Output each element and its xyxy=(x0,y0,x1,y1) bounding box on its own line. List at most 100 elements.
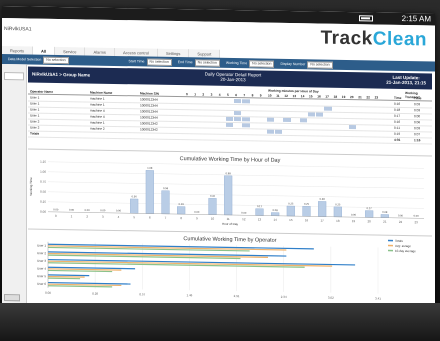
hour-activity-cell xyxy=(275,129,283,134)
x-tick-label: 0.00 xyxy=(45,291,51,295)
sidebar-scroll-handle[interactable] xyxy=(4,294,20,302)
operator-name: User 1 xyxy=(30,101,40,106)
battery-icon xyxy=(359,15,373,22)
hour-activity-cell xyxy=(324,106,332,111)
sidebar-tab[interactable] xyxy=(4,72,24,81)
y-tick-label: User 1 xyxy=(37,243,46,247)
filter-data-model[interactable]: Data Model Selection No selection xyxy=(8,56,69,64)
hour-bar xyxy=(318,201,327,217)
operator-name: User 1 xyxy=(30,95,40,100)
hour-activity-cell xyxy=(226,116,234,122)
hour-bar xyxy=(130,198,139,214)
device-frame: 2:15 AM NiRvlkUSA1 TrackClean Reports Al… xyxy=(0,0,440,341)
table-header-cell: 18 xyxy=(333,94,338,99)
table-header-cell: Time xyxy=(414,96,422,101)
bar-value-label: 0.25 xyxy=(335,202,341,206)
filter-label: Working Time xyxy=(225,60,248,66)
machine-name: machine 1 xyxy=(90,96,105,101)
filter-label: Display Number xyxy=(280,61,306,67)
x-tick-label: 3.41 xyxy=(375,297,381,301)
machine-sn: 1000012344 xyxy=(140,115,158,120)
x-tick-label: 9 xyxy=(196,216,198,220)
filter-select[interactable]: No selection xyxy=(146,58,172,66)
machine-name: machine 2 xyxy=(90,126,105,131)
machine-name: machine 4 xyxy=(90,114,105,119)
window-title: NiRvlkUSA1 xyxy=(4,26,32,33)
table-header-cell: Machine S/N xyxy=(140,91,159,96)
bar-value-label: 0.08 xyxy=(382,210,388,214)
x-tick-label: 11 xyxy=(227,217,230,221)
x-tick-label: 2.34 xyxy=(281,295,287,299)
filter-end-time[interactable]: End Time No selection xyxy=(178,58,220,67)
working-time: 0:16 xyxy=(394,119,401,124)
bar-value-label: 0.17 xyxy=(257,204,263,208)
transport-time: 0:03 xyxy=(414,126,421,131)
table-header-cell: 3 xyxy=(210,92,213,97)
legend-label: Avg: avrage xyxy=(395,244,411,248)
bar-value-label: 0.19 xyxy=(179,202,185,206)
x-tick-label: 13 xyxy=(258,217,262,221)
x-tick-label: 7 xyxy=(165,216,167,220)
legend-label: Totals xyxy=(395,239,403,243)
bar-value-label: 0.00 xyxy=(53,207,59,211)
table-header-cell: 15 xyxy=(309,94,313,99)
bar-value-label: 0.98 xyxy=(226,171,232,175)
filter-working-time[interactable]: Working Time No selection xyxy=(225,59,275,68)
machine-sn: 1000012342 xyxy=(140,127,158,132)
breadcrumb[interactable]: NiRvlkUSA1 > Group Name xyxy=(32,72,90,78)
hour-activity-cell xyxy=(242,117,250,122)
x-axis-label: Hour of Day xyxy=(222,222,239,226)
x-tick-label: 21 xyxy=(383,220,387,224)
table-header-cell: 22 xyxy=(366,95,370,100)
table-header-cell: 10 xyxy=(268,93,272,98)
hour-bar xyxy=(302,206,311,217)
filter-select[interactable]: No selection xyxy=(249,59,275,68)
hour-activity-cell xyxy=(234,99,242,104)
machine-sn: 1000012342 xyxy=(140,121,158,126)
x-tick-label: 3 xyxy=(102,215,104,219)
filter-select[interactable]: No selection xyxy=(194,58,220,67)
table-header-cell: 12 xyxy=(284,93,288,98)
hour-activity-cell xyxy=(234,111,242,116)
machine-name: machine 4 xyxy=(90,108,105,113)
totals-label: Totals xyxy=(30,131,40,136)
chart-title: Cumulative Working Time by Operator xyxy=(183,236,276,244)
transport-time: 0:00 xyxy=(414,114,421,119)
filter-select[interactable]: No selection xyxy=(43,56,69,64)
table-header-cell: Machine Name xyxy=(90,90,113,95)
bar-value-label: 0.00 xyxy=(398,213,404,217)
operator-name: User 1 xyxy=(30,107,40,112)
y-tick-label: 0.50 xyxy=(40,190,46,194)
operator-name: User 2 xyxy=(30,125,40,130)
table-header-cell: 8 xyxy=(251,93,254,98)
x-tick-label: 23 xyxy=(414,220,418,224)
machine-name: machine 1 xyxy=(90,102,105,107)
x-tick-label: 2 xyxy=(86,214,88,218)
trackclean-logo: TrackClean xyxy=(321,28,427,52)
bar-value-label: 0.00 xyxy=(116,208,122,212)
bar-value-label: 0.38 xyxy=(320,197,326,201)
device-bezel xyxy=(0,303,440,341)
x-tick-label: 15 xyxy=(289,218,293,222)
hour-chart-svg: Cumulative Working Time by Hour of Day 0.… xyxy=(29,156,424,226)
y-tick-label: User 2 xyxy=(37,251,46,255)
filter-select[interactable]: No selection xyxy=(307,60,333,69)
table-header-cell: 0 xyxy=(186,92,188,97)
hour-activity-cell xyxy=(242,123,250,128)
filter-label: Start Time xyxy=(128,59,145,64)
logo-part-clean: Clean xyxy=(372,28,427,51)
report-title: Daily Operator Detail Report 20-Jan-2013 xyxy=(188,71,278,83)
working-time: 0:16 xyxy=(394,101,401,106)
y-tick-label: 0.75 xyxy=(40,180,46,184)
filter-display-number[interactable]: Display Number No selection xyxy=(280,60,333,69)
machine-sn: 1000012344 xyxy=(140,103,158,108)
filter-start-time[interactable]: Start Time No selection xyxy=(129,58,172,66)
hour-bar xyxy=(145,170,154,214)
transport-time: 0:06 xyxy=(414,120,421,125)
table-header-cell: 2 xyxy=(202,92,205,97)
x-tick-label: 16 xyxy=(305,218,309,222)
x-tick-label: 10 xyxy=(211,217,215,221)
bar-value-label: 0.08 xyxy=(273,208,279,212)
x-tick-label: 3.02 xyxy=(328,296,334,300)
hour-activity-cell xyxy=(349,125,357,130)
